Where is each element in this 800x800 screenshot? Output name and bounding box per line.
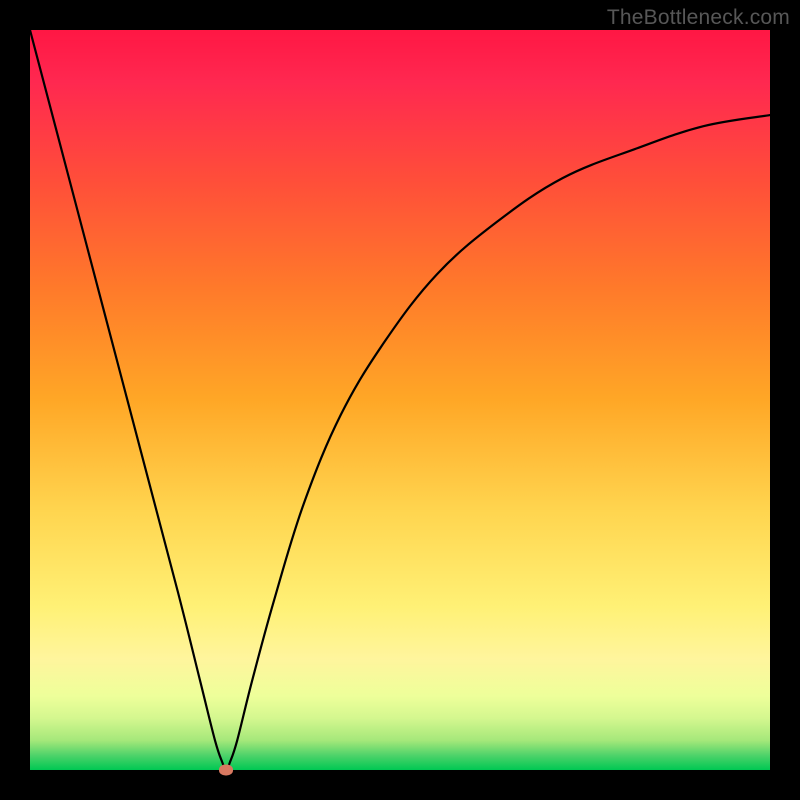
watermark-text: TheBottleneck.com [607,6,790,30]
optimal-point-marker [219,765,233,776]
chart-container: TheBottleneck.com [0,0,800,800]
bottleneck-curve [30,30,770,770]
plot-area [30,30,770,770]
